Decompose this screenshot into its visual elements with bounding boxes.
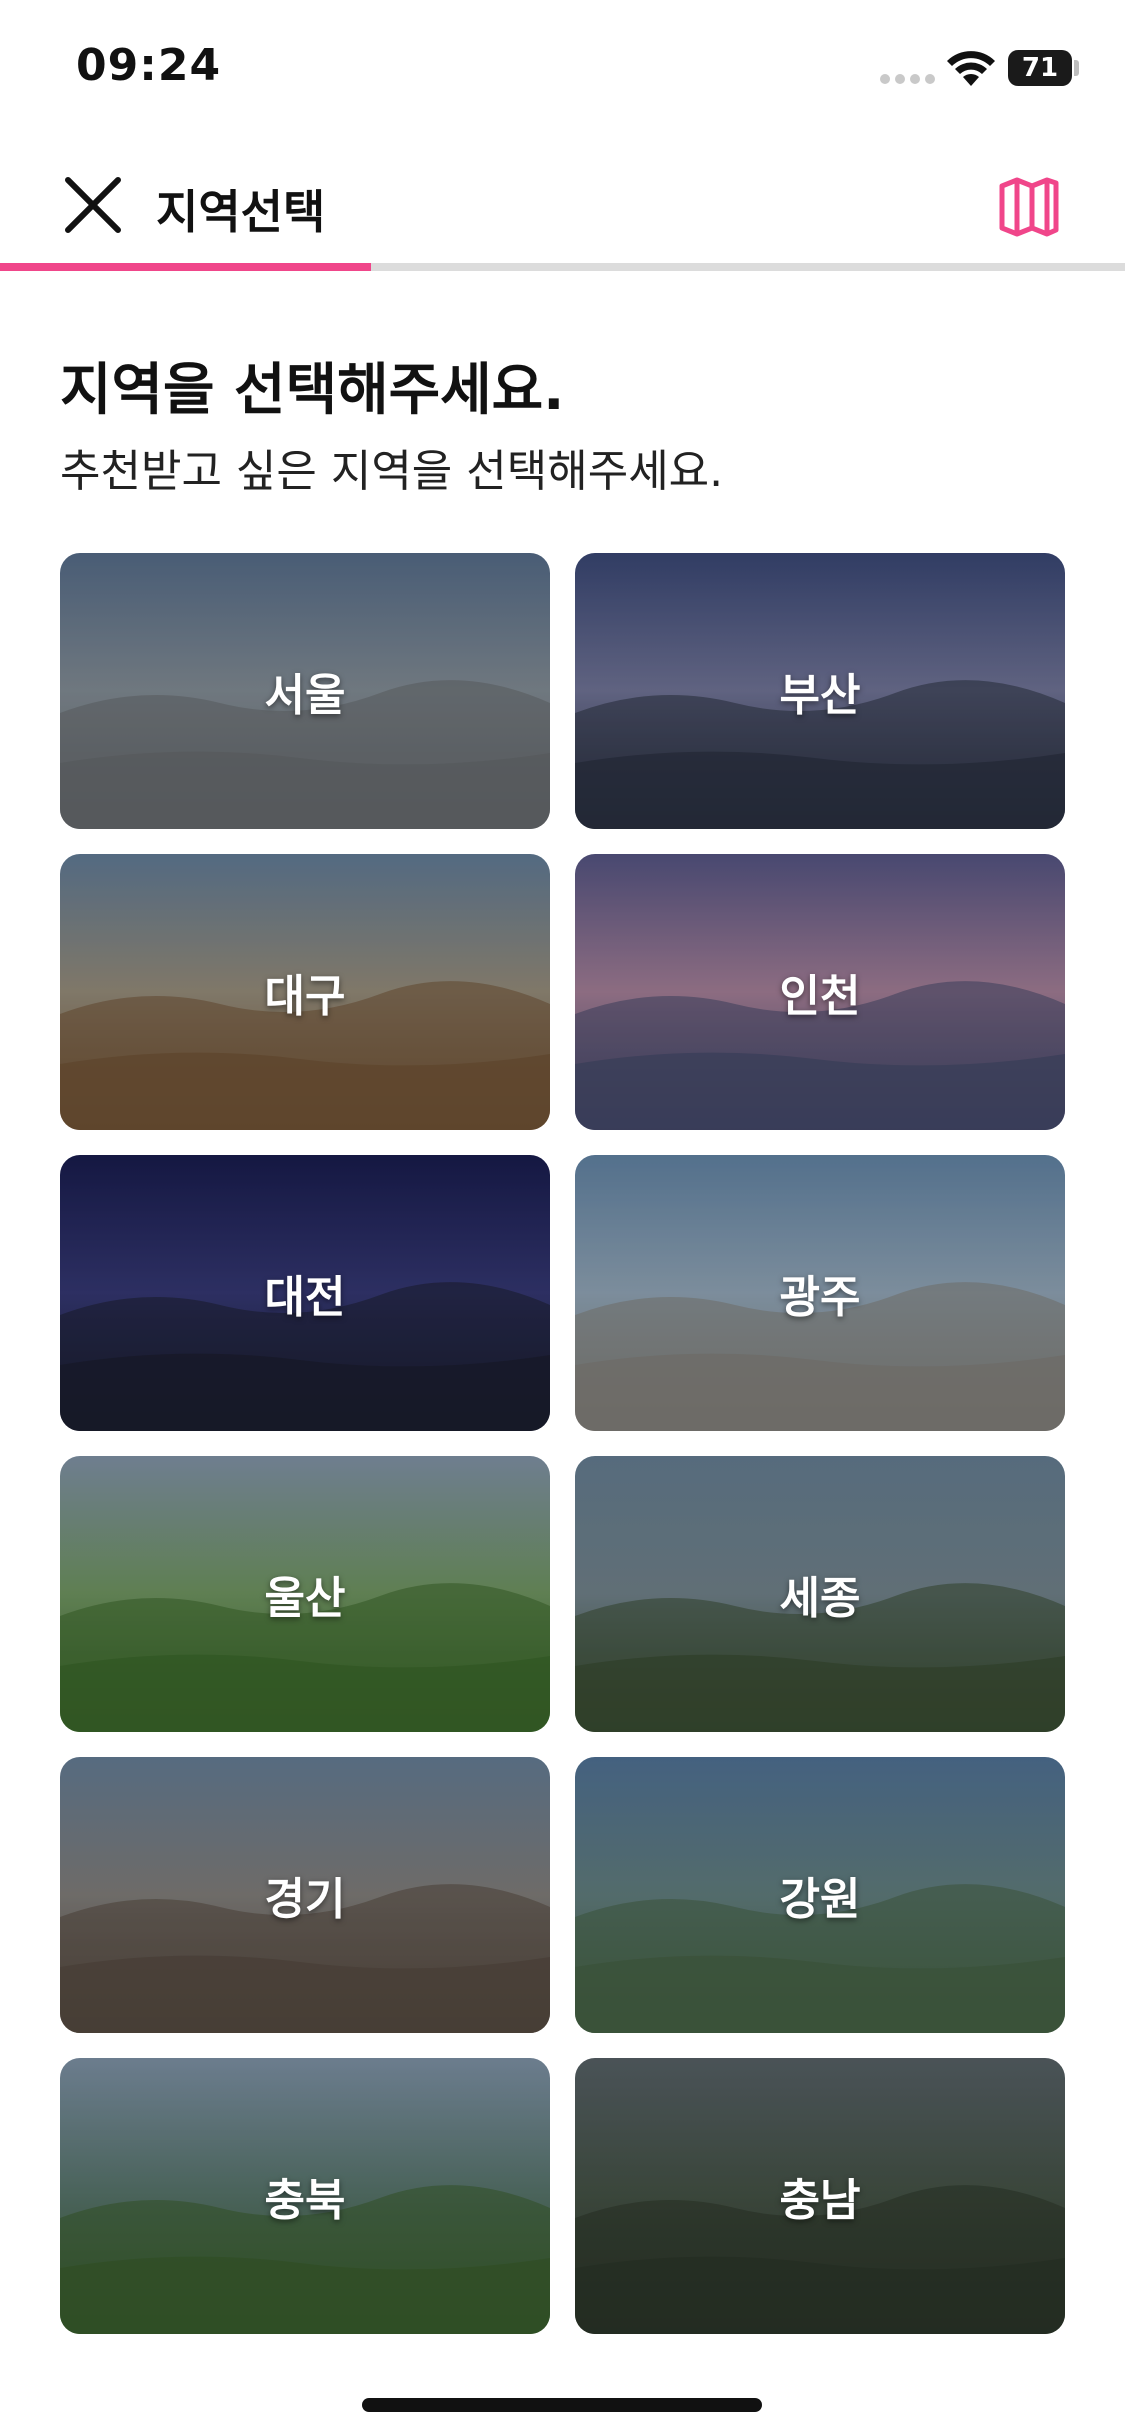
region-label: 대전: [264, 1272, 346, 1323]
region-label: 대구: [264, 971, 346, 1022]
section-heading: 지역을 선택해주세요.: [60, 358, 565, 423]
region-label: 충북: [264, 2175, 346, 2226]
cellular-signal-icon: [880, 74, 936, 84]
region-card[interactable]: 부산: [575, 553, 1065, 829]
region-label: 부산: [779, 670, 861, 721]
battery-cap: [1074, 60, 1079, 76]
region-label: 서울: [264, 670, 346, 721]
header: 지역선택: [0, 140, 1125, 265]
region-card[interactable]: 울산: [60, 1456, 550, 1732]
status-time: 09:24: [76, 40, 222, 91]
region-label: 광주: [779, 1272, 861, 1323]
region-card[interactable]: 대전: [60, 1155, 550, 1431]
region-card[interactable]: 충북: [60, 2058, 550, 2334]
region-card[interactable]: 인천: [575, 854, 1065, 1130]
wifi-icon: [947, 51, 995, 86]
region-label: 울산: [264, 1573, 346, 1624]
region-card[interactable]: 대구: [60, 854, 550, 1130]
home-indicator: [362, 2398, 762, 2412]
map-icon[interactable]: [994, 172, 1064, 242]
status-bar: 09:24 71: [0, 0, 1125, 140]
region-label: 세종: [779, 1573, 861, 1624]
screen: 09:24 71 지역선택 지역을 선택해주세요. 추천받고 싶은 지역을 선택…: [0, 0, 1125, 2436]
region-label: 경기: [264, 1874, 346, 1925]
region-label: 강원: [779, 1874, 861, 1925]
region-label: 충남: [779, 2175, 861, 2226]
section-subheading: 추천받고 싶은 지역을 선택해주세요.: [60, 446, 724, 497]
region-card[interactable]: 서울: [60, 553, 550, 829]
page-title: 지역선택: [156, 185, 326, 239]
battery-icon: 71: [1008, 50, 1072, 86]
region-grid: 서울 부산대구 인천대전 광주울산 세종경기 강원충북 충남: [60, 553, 1065, 2334]
progress-bar: [0, 263, 1125, 271]
region-card[interactable]: 광주: [575, 1155, 1065, 1431]
region-card[interactable]: 세종: [575, 1456, 1065, 1732]
region-card[interactable]: 충남: [575, 2058, 1065, 2334]
close-icon[interactable]: [58, 170, 128, 240]
progress-fill: [0, 263, 372, 271]
region-card[interactable]: 경기: [60, 1757, 550, 2033]
region-card[interactable]: 강원: [575, 1757, 1065, 2033]
region-label: 인천: [779, 971, 861, 1022]
